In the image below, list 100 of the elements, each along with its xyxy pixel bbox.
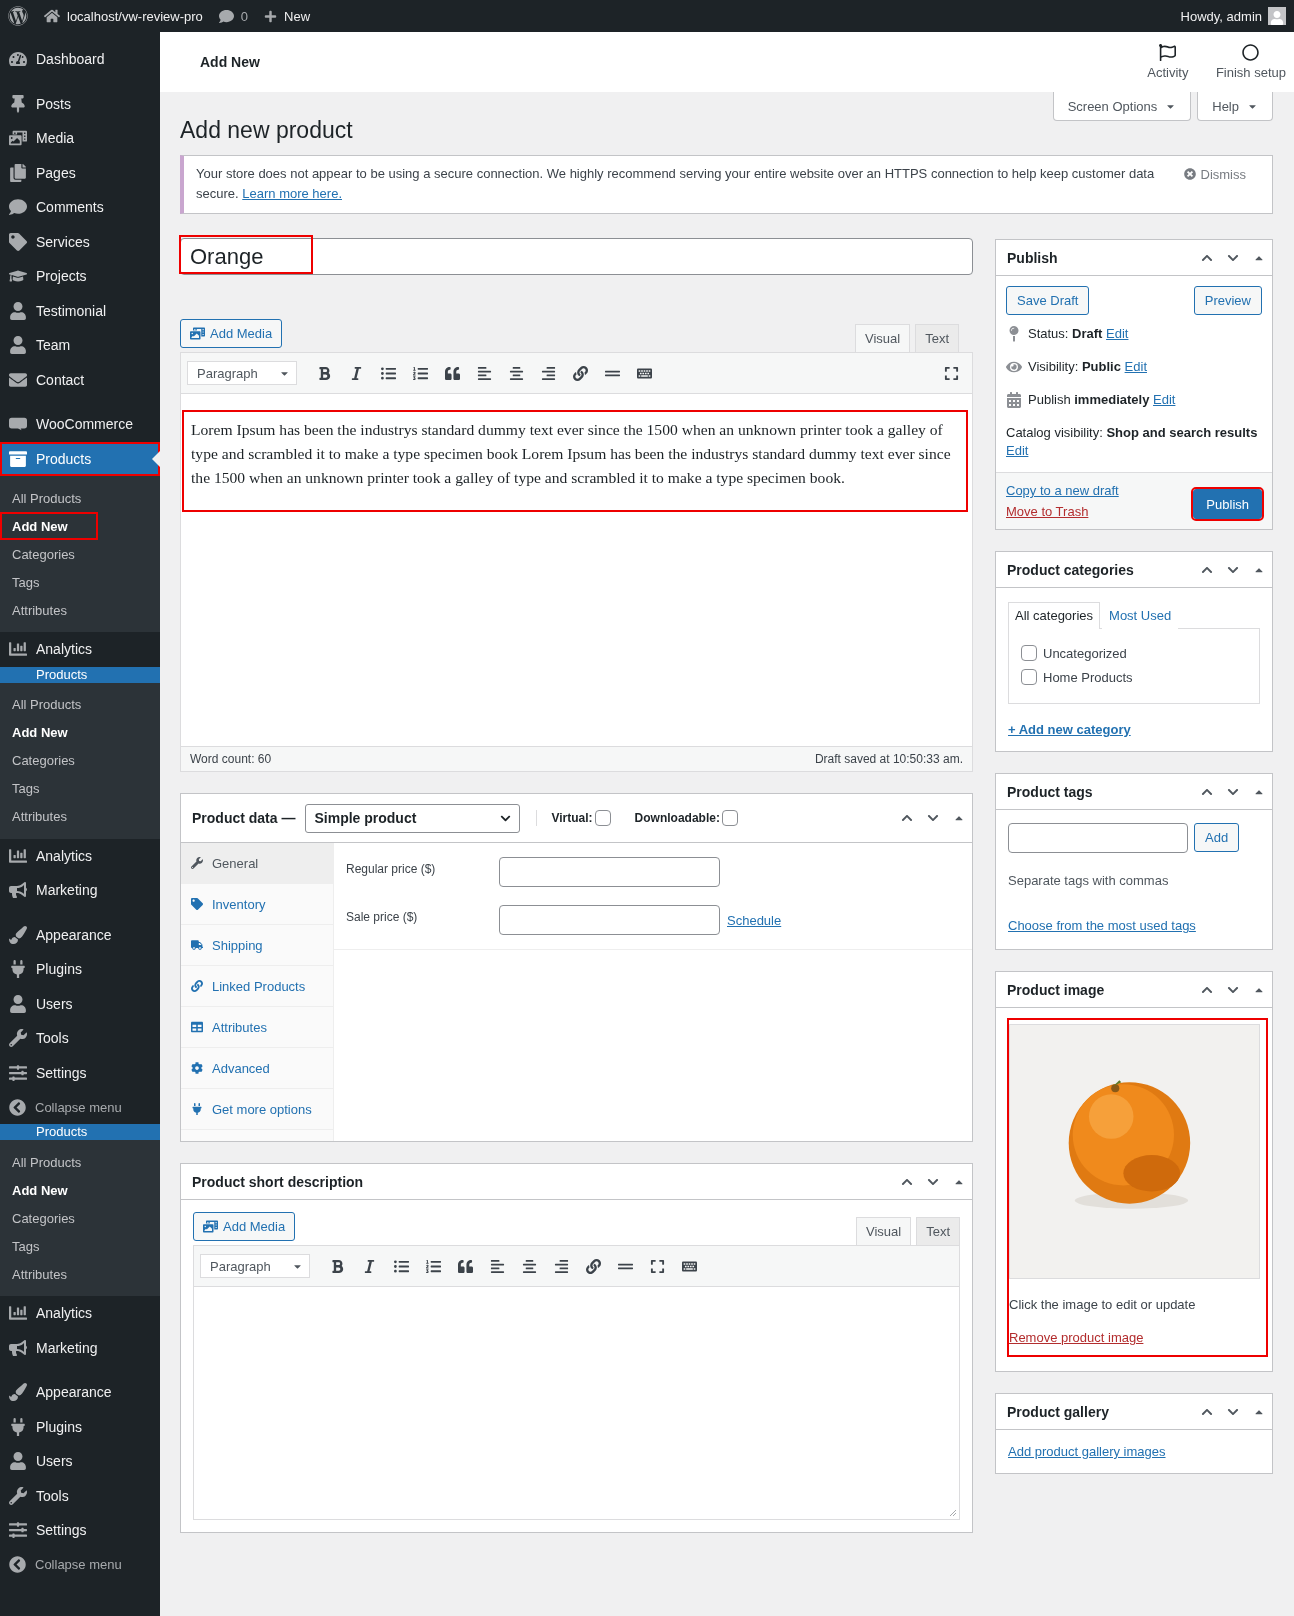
site-link[interactable]: localhost/vw-review-pro bbox=[44, 8, 203, 24]
menu-item[interactable]: Products bbox=[0, 1124, 160, 1140]
menu-item[interactable]: Settings bbox=[0, 1513, 160, 1548]
submenu-item[interactable]: Attributes bbox=[0, 1260, 97, 1288]
menu-item[interactable]: Tools bbox=[0, 1478, 160, 1513]
menu-item[interactable]: Products bbox=[0, 666, 160, 683]
move-to-trash-link[interactable]: Move to Trash bbox=[1006, 504, 1119, 519]
menu-item[interactable]: Services bbox=[0, 224, 160, 259]
header-action-button[interactable]: Finish setup bbox=[1207, 32, 1294, 92]
resize-handle-icon[interactable] bbox=[949, 1509, 957, 1517]
header-action-button[interactable]: Activity bbox=[1127, 32, 1208, 92]
submenu-item[interactable]: Tags bbox=[0, 1232, 70, 1260]
collapse-menu-button[interactable]: Collapse menu bbox=[0, 1547, 160, 1582]
product-data-tab[interactable]: Attributes bbox=[181, 1007, 333, 1048]
submenu-item[interactable]: Tags bbox=[0, 568, 70, 596]
preview-button[interactable]: Preview bbox=[1193, 286, 1262, 315]
menu-item[interactable]: Plugins bbox=[0, 952, 160, 987]
menu-item[interactable]: Pages bbox=[0, 155, 160, 190]
menu-item[interactable]: Users bbox=[0, 1444, 160, 1479]
submenu-item[interactable]: Attributes bbox=[0, 596, 97, 624]
submenu-item[interactable]: Tags bbox=[0, 774, 70, 803]
submenu-item[interactable]: Add New bbox=[0, 1176, 98, 1204]
product-data-tab[interactable]: Get more options bbox=[181, 1089, 333, 1130]
product-data-tab[interactable]: Shipping bbox=[181, 925, 333, 966]
account-link[interactable]: Howdy, admin bbox=[1180, 8, 1262, 24]
menu-item[interactable]: Marketing bbox=[0, 1330, 160, 1365]
tag-input-field[interactable] bbox=[1008, 823, 1188, 853]
submenu-item[interactable]: Categories bbox=[0, 1204, 105, 1232]
product-data-tab[interactable]: Advanced bbox=[181, 1048, 333, 1089]
save-draft-button[interactable]: Save Draft bbox=[1006, 286, 1090, 315]
screen-meta-tab[interactable]: Help bbox=[1197, 92, 1273, 121]
edit-link[interactable]: Edit bbox=[1153, 392, 1176, 407]
checkbox[interactable] bbox=[1021, 669, 1037, 685]
publish-button[interactable]: Publish bbox=[1193, 489, 1262, 519]
checkbox[interactable] bbox=[721, 810, 738, 826]
edit-link[interactable]: Edit bbox=[1124, 359, 1147, 374]
submenu-item[interactable]: Add New bbox=[0, 512, 98, 540]
price-field[interactable] bbox=[499, 857, 720, 887]
checkbox[interactable] bbox=[1021, 645, 1037, 661]
product-type-dropdown[interactable]: Simple product bbox=[305, 803, 521, 833]
menu-item[interactable]: Users bbox=[0, 986, 160, 1021]
menu-item[interactable]: Analytics bbox=[0, 838, 160, 873]
most-used-tags-link[interactable]: Choose from the most used tags bbox=[1008, 918, 1196, 933]
menu-item[interactable]: WooCommerce bbox=[0, 407, 160, 442]
menu-item[interactable]: Dashboard bbox=[0, 42, 160, 77]
wordpress-logo-icon[interactable] bbox=[8, 6, 28, 26]
editor-tab[interactable]: Text bbox=[915, 324, 959, 352]
dismiss-button[interactable]: Dismiss bbox=[1183, 164, 1260, 184]
learn-more-link[interactable]: Learn more here. bbox=[242, 186, 342, 201]
checkbox[interactable] bbox=[594, 810, 611, 826]
screen-meta-tab[interactable]: Screen Options bbox=[1052, 92, 1192, 121]
add-gallery-images-link[interactable]: Add product gallery images bbox=[1008, 1444, 1166, 1459]
add-media-button[interactable]: Add Media bbox=[180, 319, 283, 348]
submenu-item[interactable]: Categories bbox=[0, 540, 105, 568]
menu-item[interactable]: Projects bbox=[0, 259, 160, 294]
product-data-tab[interactable]: General bbox=[181, 843, 333, 884]
schedule-link[interactable]: Schedule bbox=[727, 912, 782, 928]
add-category-link[interactable]: + Add new category bbox=[1008, 722, 1131, 737]
title-field[interactable]: Orange bbox=[180, 238, 973, 275]
submenu-item[interactable]: Categories bbox=[0, 746, 105, 775]
editor-text[interactable]: Lorem Ipsum has been the industrys standard dummy text ever since the 1500 when an unknown printer took a galley of type and scrambled it to make a type specimen book Lorem Ipsum has been the industrys standard dummy text ever since the 1500 when an unknown printer took a galley of type and scrambled it to make a type specimen book. bbox=[184, 412, 966, 510]
menu-item[interactable]: Posts bbox=[0, 86, 160, 121]
editor-tab[interactable]: Visual bbox=[855, 1217, 912, 1245]
edit-link[interactable]: Edit bbox=[1106, 326, 1129, 341]
menu-item[interactable]: Analytics bbox=[0, 632, 160, 667]
menu-item[interactable]: Products bbox=[0, 441, 160, 476]
menu-item[interactable]: Comments bbox=[0, 190, 160, 225]
submenu-item[interactable]: All Products bbox=[0, 1148, 112, 1176]
menu-item[interactable]: Team bbox=[0, 328, 160, 363]
menu-item[interactable]: Settings bbox=[0, 1055, 160, 1090]
format-dropdown[interactable]: Paragraph bbox=[187, 361, 297, 385]
menu-item[interactable]: Marketing bbox=[0, 873, 160, 908]
menu-item[interactable]: Tools bbox=[0, 1021, 160, 1056]
submenu-item[interactable]: Attributes bbox=[0, 802, 97, 831]
product-data-tab[interactable]: Linked Products bbox=[181, 966, 333, 1007]
add-tag-button[interactable]: Add bbox=[1194, 823, 1240, 852]
submenu-item[interactable]: All Products bbox=[0, 690, 112, 719]
editor-tab[interactable]: Visual bbox=[854, 324, 911, 352]
new-link[interactable]: New bbox=[264, 8, 311, 24]
copy-draft-link[interactable]: Copy to a new draft bbox=[1006, 483, 1119, 498]
edit-link[interactable]: Edit bbox=[1006, 443, 1029, 458]
format-dropdown[interactable]: Paragraph bbox=[200, 1254, 310, 1278]
menu-item[interactable]: Media bbox=[0, 121, 160, 156]
menu-item[interactable]: Testimonial bbox=[0, 293, 160, 328]
category-tab[interactable]: All categories bbox=[1008, 602, 1101, 629]
menu-item[interactable]: Contact bbox=[0, 362, 160, 397]
submenu-item[interactable]: All Products bbox=[0, 484, 112, 512]
chevron-down-icon bbox=[927, 812, 939, 824]
add-media-button[interactable]: Add Media bbox=[193, 1212, 296, 1241]
product-data-tab[interactable]: Inventory bbox=[181, 884, 333, 925]
comments-link[interactable]: 0 bbox=[218, 8, 249, 24]
menu-item[interactable]: Appearance bbox=[0, 917, 160, 952]
collapse-menu-button[interactable]: Collapse menu bbox=[0, 1090, 160, 1124]
submenu-item[interactable]: Add New bbox=[0, 718, 98, 747]
price-field[interactable] bbox=[499, 905, 720, 935]
editor-tab[interactable]: Text bbox=[916, 1217, 960, 1245]
menu-item[interactable]: Appearance bbox=[0, 1375, 160, 1410]
menu-item[interactable]: Plugins bbox=[0, 1409, 160, 1444]
remove-image-link[interactable]: Remove product image bbox=[1009, 1330, 1144, 1345]
menu-item[interactable]: Analytics bbox=[0, 1296, 160, 1331]
